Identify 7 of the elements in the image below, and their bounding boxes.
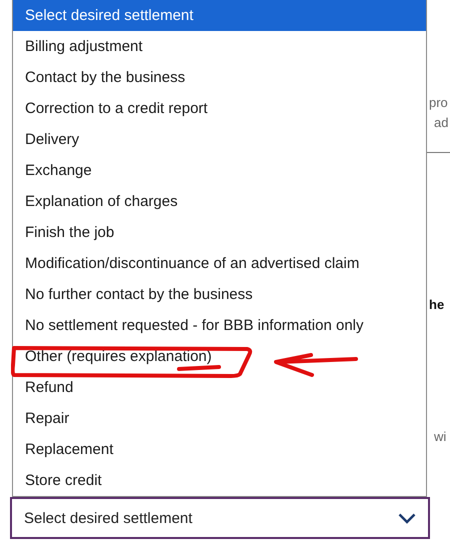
menu-option[interactable]: Select desired settlement (13, 0, 426, 31)
body-text: ad (434, 114, 450, 132)
chevron-down-icon (398, 512, 416, 524)
body-text: wi (434, 428, 448, 446)
settlement-select[interactable]: Select desired settlement (10, 497, 430, 539)
body-text: pro (429, 94, 449, 112)
body-text: he (429, 296, 446, 314)
